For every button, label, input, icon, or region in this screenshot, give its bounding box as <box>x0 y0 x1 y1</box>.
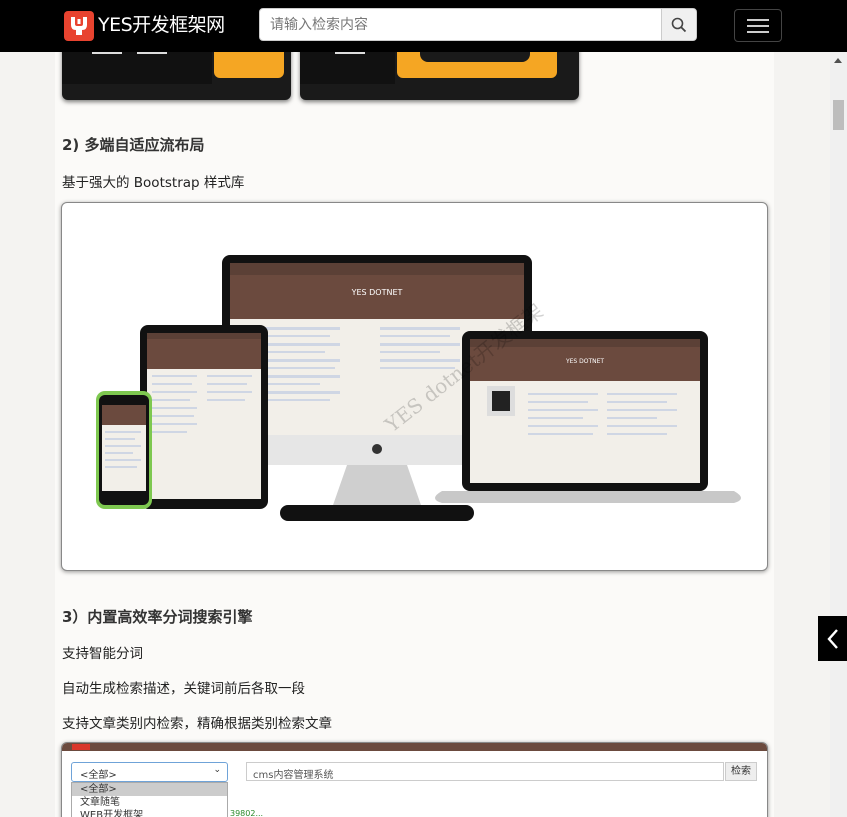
search-icon <box>671 17 687 32</box>
section-title: 3）内置高效率分词搜索引擎 <box>62 608 253 626</box>
site-brand[interactable]: YES开发框架网 <box>98 12 225 38</box>
demo-result-link: 39802... <box>230 809 264 817</box>
devices-illustration: YES DOTNET YES DOTNET YES dotnet开发框架 <box>96 255 741 521</box>
feature-item: 支持智能分词 <box>62 646 143 662</box>
chevron-down-icon: ⌄ <box>213 765 221 775</box>
section-description: 基于强大的 Bootstrap 样式库 <box>62 175 245 191</box>
feature-item: 支持文章类别内检索，精确根据类别检索文章 <box>62 716 332 732</box>
search-box <box>259 8 697 41</box>
category-option[interactable]: WEB开发框架 <box>72 809 227 817</box>
chevron-left-icon <box>826 628 838 649</box>
responsive-devices-image: YES DOTNET YES DOTNET YES dotnet开发框架 <box>61 202 768 571</box>
category-option[interactable]: <全部> <box>72 783 227 796</box>
category-option[interactable]: 文章随笔 <box>72 796 227 809</box>
category-select[interactable]: <全部> ⌄ <box>71 762 228 782</box>
hamburger-icon <box>747 19 769 21</box>
search-button[interactable] <box>661 9 696 40</box>
site-logo-icon[interactable] <box>64 11 94 41</box>
scroll-up-arrow-icon[interactable] <box>834 58 842 63</box>
core-banner-image <box>300 52 579 100</box>
demo-search-input[interactable]: cms内容管理系统 <box>246 762 724 781</box>
side-panel-toggle[interactable] <box>818 616 847 661</box>
demo-logo <box>72 744 90 750</box>
demo-search-button[interactable]: 检索 <box>725 762 757 781</box>
article-content: 2) 多端自适应流布局 基于强大的 Bootstrap 样式库 YES DOTN… <box>55 52 774 817</box>
net-banner-image <box>62 52 291 100</box>
imac-screen-title: YES DOTNET <box>351 288 403 297</box>
feature-item: 自动生成检索描述，关键词前后各取一段 <box>62 681 305 697</box>
search-input[interactable] <box>260 9 664 40</box>
page-scrollbar[interactable] <box>830 52 847 817</box>
menu-toggle-button[interactable] <box>734 9 782 42</box>
scrollbar-thumb[interactable] <box>833 100 844 130</box>
section-title: 2) 多端自适应流布局 <box>62 136 205 154</box>
category-options-list: <全部> 文章随笔 WEB开发框架 <box>71 782 228 817</box>
search-demo-image: <全部> ⌄ cms内容管理系统 检索 <全部> 文章随笔 WEB开发框架 39… <box>61 742 768 817</box>
top-navbar: YES开发框架网 <box>0 0 847 52</box>
macbook-screen-title: YES DOTNET <box>565 358 604 365</box>
demo-header-bar <box>62 743 767 751</box>
